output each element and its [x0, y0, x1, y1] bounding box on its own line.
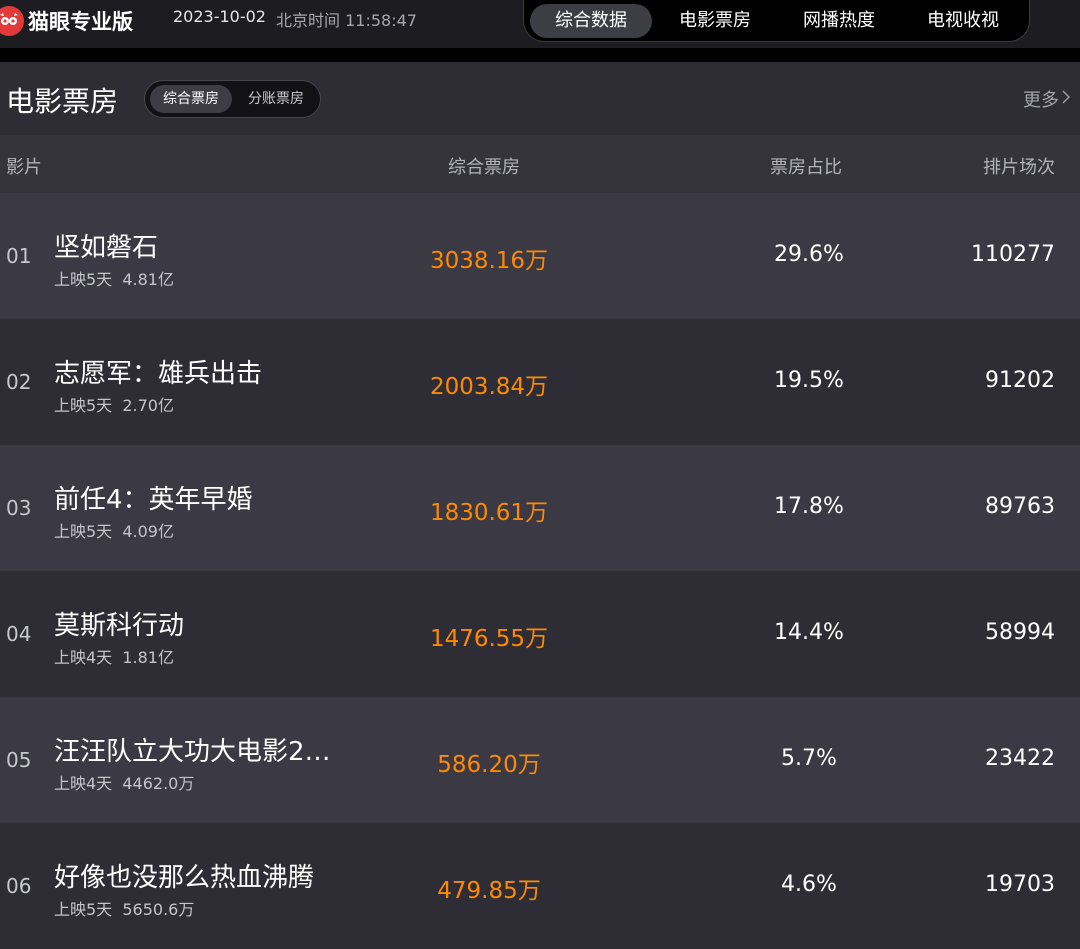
movie-title: 志愿军：雄兵出击 [54, 359, 263, 389]
movie-meta: 上映4天 1.81亿 [54, 644, 174, 668]
movie-title: 前任4：英年早婚 [54, 485, 253, 515]
movie-meta: 上映4天 4462.0万 [54, 770, 194, 794]
segment-comprehensive-boxoffice[interactable]: 综合票房 [150, 85, 232, 113]
table-header: 影片 综合票房 票房占比 排片场次 [0, 135, 1080, 193]
section-header: 电影票房 综合票房 分账票房 更多 [0, 62, 1080, 135]
date-text: 2023-10-02 [173, 7, 266, 26]
release-days: 上映4天 [54, 774, 113, 793]
boxoffice-type-toggle: 综合票房 分账票房 [144, 80, 321, 118]
movie-title: 好像也没那么热血沸腾 [54, 863, 315, 893]
boxoffice-share: 14.4% [774, 620, 844, 645]
boxoffice-value: 1476.55万 [429, 626, 549, 652]
total-boxoffice: 4.81亿 [122, 270, 174, 289]
movie-title: 莫斯科行动 [54, 611, 185, 641]
tab-tv-ratings[interactable]: 电视收视 [902, 4, 1024, 38]
total-boxoffice: 5650.6万 [122, 900, 195, 919]
show-count: 110277 [971, 242, 1055, 267]
boxoffice-value: 586.20万 [437, 752, 541, 778]
brand-name: 猫眼专业版 [28, 10, 133, 34]
rank: 01 [6, 244, 32, 268]
tab-comprehensive-data[interactable]: 综合数据 [530, 4, 652, 38]
movie-title: 汪汪队立大功大电影2… [54, 737, 331, 767]
release-days: 上映5天 [54, 270, 113, 289]
release-days: 上映4天 [54, 648, 113, 667]
boxoffice-share: 17.8% [774, 494, 844, 519]
table-row[interactable]: 01 坚如磐石 上映5天 4.81亿 3038.16万 29.6% 110277 [0, 193, 1080, 319]
header-show-count: 排片场次 [983, 157, 1055, 178]
header-boxoffice-share: 票房占比 [770, 157, 842, 178]
movie-meta: 上映5天 4.81亿 [54, 266, 174, 290]
table-row[interactable]: 02 志愿军：雄兵出击 上映5天 2.70亿 2003.84万 19.5% 91… [0, 319, 1080, 445]
release-days: 上映5天 [54, 396, 113, 415]
table-row[interactable]: 05 汪汪队立大功大电影2… 上映4天 4462.0万 586.20万 5.7%… [0, 697, 1080, 823]
total-boxoffice: 4.09亿 [122, 522, 174, 541]
total-boxoffice: 2.70亿 [122, 396, 174, 415]
show-count: 89763 [985, 494, 1055, 519]
segment-split-boxoffice[interactable]: 分账票房 [235, 85, 317, 113]
boxoffice-share: 4.6% [781, 872, 837, 897]
boxoffice-share: 5.7% [781, 746, 837, 771]
boxoffice-share: 29.6% [774, 242, 844, 267]
boxoffice-value: 2003.84万 [429, 374, 549, 400]
beijing-time: 北京时间 11:58:47 [276, 11, 417, 30]
boxoffice-share: 19.5% [774, 368, 844, 393]
table-row[interactable]: 04 莫斯科行动 上映4天 1.81亿 1476.55万 14.4% 58994 [0, 571, 1080, 697]
movie-meta: 上映5天 4.09亿 [54, 518, 174, 542]
rank: 05 [6, 748, 32, 772]
total-boxoffice: 4462.0万 [122, 774, 195, 793]
chevron-right-icon [1062, 90, 1071, 108]
boxoffice-value: 3038.16万 [429, 248, 549, 274]
table-row[interactable]: 03 前任4：英年早婚 上映5天 4.09亿 1830.61万 17.8% 89… [0, 445, 1080, 571]
rank: 03 [6, 496, 32, 520]
movie-title: 坚如磐石 [54, 233, 159, 263]
boxoffice-value: 479.85万 [437, 878, 541, 904]
total-boxoffice: 1.81亿 [122, 648, 174, 667]
rank: 04 [6, 622, 32, 646]
page-title: 电影票房 [6, 85, 119, 118]
tab-web-heat[interactable]: 网播热度 [778, 4, 900, 38]
main-nav-tabs: 综合数据 电影票房 网播热度 电视收视 [523, 0, 1030, 42]
show-count: 91202 [985, 368, 1055, 393]
release-days: 上映5天 [54, 900, 113, 919]
table-row[interactable]: 06 好像也没那么热血沸腾 上映5天 5650.6万 479.85万 4.6% … [0, 823, 1080, 949]
divider [0, 48, 1080, 62]
release-days: 上映5天 [54, 522, 113, 541]
top-bar: 猫眼专业版 2023-10-02 北京时间 11:58:47 综合数据 电影票房… [0, 0, 1080, 48]
rank: 02 [6, 370, 32, 394]
rank: 06 [6, 874, 32, 898]
show-count: 23422 [985, 746, 1055, 771]
show-count: 58994 [985, 620, 1055, 645]
movie-meta: 上映5天 2.70亿 [54, 392, 174, 416]
movie-meta: 上映5天 5650.6万 [54, 896, 194, 920]
cat-logo-icon [0, 6, 24, 36]
boxoffice-value: 1830.61万 [429, 500, 549, 526]
more-link[interactable]: 更多 [1023, 86, 1071, 112]
movie-table-body: 01 坚如磐石 上映5天 4.81亿 3038.16万 29.6% 110277… [0, 193, 1080, 949]
header-comprehensive-boxoffice: 综合票房 [448, 157, 520, 178]
header-film: 影片 [6, 157, 42, 178]
tab-movie-boxoffice[interactable]: 电影票房 [654, 4, 776, 38]
app-logo: 猫眼专业版 [0, 6, 133, 36]
more-label: 更多 [1023, 90, 1059, 111]
show-count: 19703 [985, 872, 1055, 897]
